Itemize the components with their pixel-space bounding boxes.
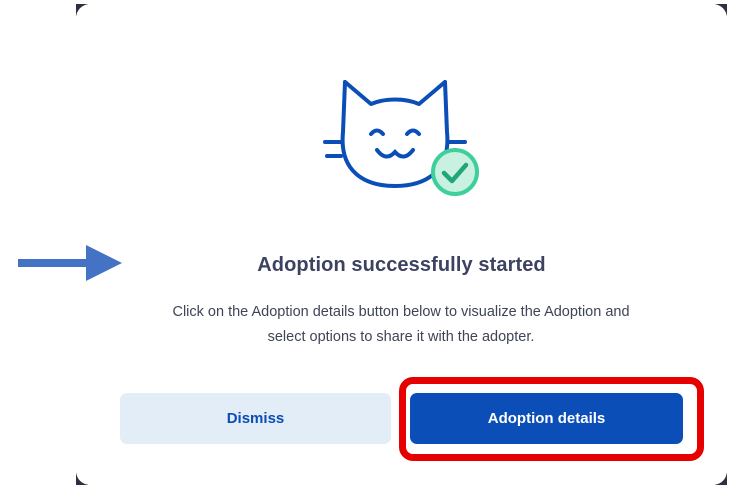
cat-face-with-check-icon — [323, 80, 479, 196]
modal-title: Adoption successfully started — [257, 254, 546, 276]
screen: Adoption successfully started Click on t… — [0, 0, 731, 485]
modal-message: Click on the Adoption details button bel… — [120, 300, 682, 350]
modal-message-line: select options to share it with the adop… — [267, 329, 535, 345]
dismiss-button[interactable]: Dismiss — [120, 393, 391, 444]
right-arrow-icon — [18, 245, 122, 281]
adoption-details-button[interactable]: Adoption details — [410, 393, 683, 444]
modal-message-line: Click on the Adoption details button bel… — [172, 304, 630, 320]
